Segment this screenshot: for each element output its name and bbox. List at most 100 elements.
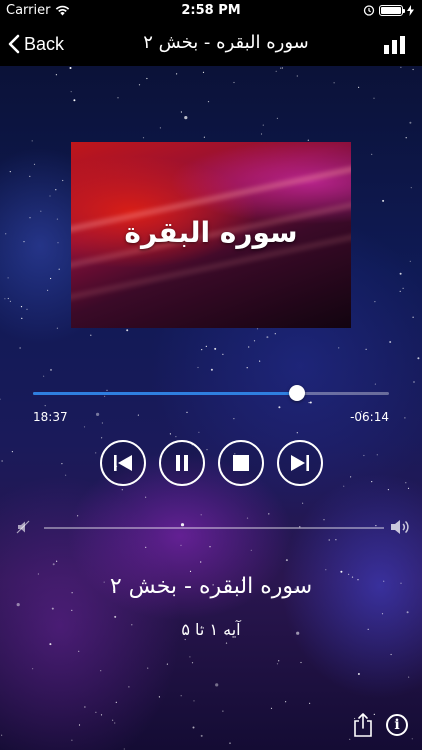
star <box>400 66 402 68</box>
star <box>399 272 402 275</box>
star <box>43 375 45 377</box>
star <box>381 613 384 615</box>
status-bar: Carrier 2:58 PM <box>0 0 422 22</box>
progress-knob[interactable] <box>288 385 305 401</box>
player-screen: سوره البقرة 18:37 -06:14 سوره البقره - ب… <box>0 66 422 750</box>
star <box>333 82 335 84</box>
previous-button[interactable] <box>99 440 146 486</box>
star <box>402 287 404 289</box>
star <box>56 560 58 562</box>
star <box>281 67 283 69</box>
star <box>33 163 36 165</box>
star <box>71 739 73 741</box>
star <box>260 133 263 135</box>
info-icon: i <box>394 717 400 733</box>
star <box>268 513 270 515</box>
star <box>101 437 103 439</box>
star <box>128 686 130 688</box>
star <box>104 395 106 397</box>
star <box>77 515 79 517</box>
progress-slider[interactable] <box>33 385 389 401</box>
playback-controls <box>0 440 422 486</box>
star <box>308 402 310 404</box>
star <box>40 210 42 212</box>
star <box>233 81 235 84</box>
star <box>31 140 33 142</box>
star <box>417 357 420 360</box>
star <box>253 340 256 342</box>
star <box>325 569 327 571</box>
star <box>166 663 168 665</box>
star <box>84 706 86 708</box>
star <box>246 517 249 519</box>
volume-slider[interactable] <box>44 527 384 529</box>
progress-fill <box>33 392 297 395</box>
star <box>56 218 59 220</box>
stop-button[interactable] <box>217 440 264 486</box>
alarm-icon <box>363 5 375 16</box>
star <box>19 347 21 349</box>
star <box>406 611 409 614</box>
star <box>114 615 117 618</box>
info-button[interactable]: i <box>386 714 408 736</box>
star <box>51 607 54 610</box>
star <box>7 277 9 279</box>
star <box>202 71 205 73</box>
star <box>276 117 278 119</box>
star <box>229 742 231 744</box>
back-button[interactable]: Back <box>8 30 64 58</box>
star <box>328 539 330 541</box>
star <box>78 650 80 652</box>
star <box>1 734 3 736</box>
star <box>62 179 64 182</box>
status-time: 2:58 PM <box>181 3 241 18</box>
star <box>180 695 182 697</box>
star <box>200 561 202 563</box>
star <box>147 667 149 669</box>
star <box>205 345 207 347</box>
star <box>186 411 188 413</box>
star <box>278 660 280 662</box>
next-button[interactable] <box>276 440 323 486</box>
star <box>411 738 413 740</box>
star <box>203 136 205 138</box>
star <box>73 99 76 102</box>
star <box>20 306 23 308</box>
star <box>222 353 224 355</box>
star <box>250 549 252 551</box>
star <box>296 75 298 77</box>
star <box>189 570 192 572</box>
stop-icon <box>232 455 249 471</box>
share-icon[interactable] <box>352 712 374 738</box>
star <box>275 70 277 72</box>
album-artwork: سوره البقرة <box>71 142 351 328</box>
star <box>58 268 60 270</box>
star <box>246 367 248 369</box>
star <box>215 683 219 687</box>
star <box>309 702 311 704</box>
star <box>399 290 401 292</box>
star <box>21 317 23 319</box>
pause-icon <box>175 455 188 471</box>
navigation-bar: Back سوره البقره - بخش ۲ <box>0 22 422 66</box>
star <box>387 489 389 491</box>
star <box>371 153 373 155</box>
artwork-title: سوره البقرة <box>124 216 298 249</box>
star <box>126 329 129 332</box>
star <box>225 642 228 644</box>
star <box>180 111 182 113</box>
star <box>169 433 171 435</box>
star <box>197 366 199 369</box>
star <box>7 297 9 300</box>
bar-chart-icon[interactable] <box>384 36 406 54</box>
star <box>407 487 410 489</box>
charging-bolt-icon <box>407 4 414 16</box>
pause-button[interactable] <box>158 440 205 486</box>
star <box>374 301 376 303</box>
star <box>180 544 182 546</box>
star <box>259 360 261 362</box>
battery-level <box>381 6 401 14</box>
star <box>0 398 1 400</box>
star <box>70 91 72 93</box>
star <box>207 101 210 103</box>
